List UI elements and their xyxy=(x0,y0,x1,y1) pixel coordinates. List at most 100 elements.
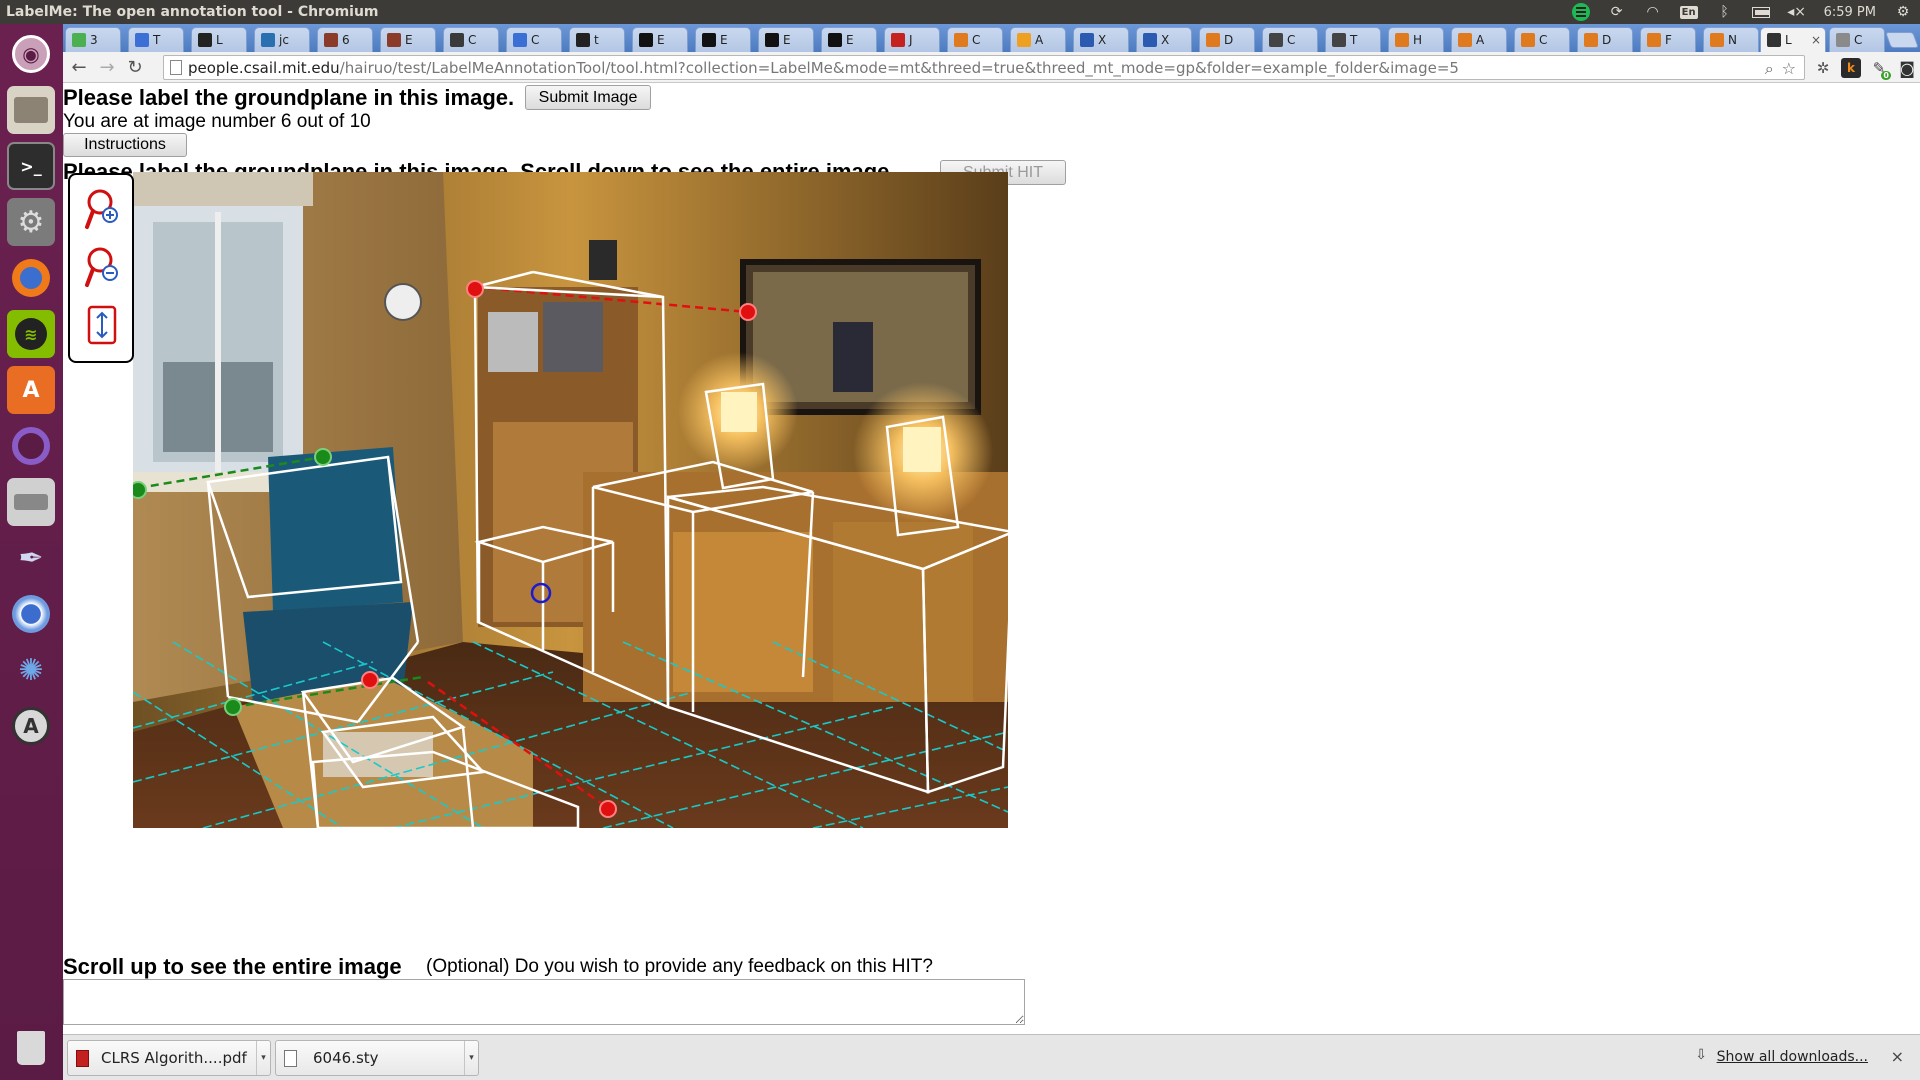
sync-icon[interactable]: ⟳ xyxy=(1608,3,1626,21)
update-manager-icon[interactable]: A xyxy=(7,702,55,750)
reload-icon[interactable]: ↻ xyxy=(123,55,147,79)
browser-tab[interactable]: C xyxy=(443,27,499,52)
keyboard-layout-indicator[interactable]: En xyxy=(1679,3,1698,21)
browser-tab[interactable]: F xyxy=(1640,27,1696,52)
feedback-textarea[interactable] xyxy=(63,979,1025,1025)
clock[interactable]: 6:59 PM xyxy=(1824,5,1876,20)
tab-label: C xyxy=(1287,33,1296,47)
browser-tab[interactable]: 6 xyxy=(317,27,373,52)
extension-puzzle-icon[interactable]: ✲ xyxy=(1813,58,1833,78)
browser-tab[interactable]: D xyxy=(1199,27,1255,52)
software-center-icon[interactable]: A xyxy=(7,366,55,414)
battery-icon[interactable] xyxy=(1751,3,1770,21)
browser-tab-strip: 3 T Ljc 6 E C Ct E E E E J C A X X D C T H A C D F N L × C xyxy=(63,24,1920,52)
control-point-green[interactable] xyxy=(224,698,242,716)
browser-tab[interactable]: D xyxy=(1577,27,1633,52)
download-menu-arrow-icon[interactable]: ▾ xyxy=(464,1041,478,1075)
browser-tab[interactable]: t xyxy=(569,27,625,52)
volume-muted-icon[interactable]: ◂× xyxy=(1787,3,1806,21)
unity-tweak-icon[interactable] xyxy=(7,422,55,470)
submit-image-button[interactable]: Submit Image xyxy=(525,85,651,110)
zoom-in-icon[interactable] xyxy=(84,187,120,231)
scene-image[interactable] xyxy=(133,172,1008,828)
tab-last[interactable]: C xyxy=(1829,27,1885,52)
browser-tab[interactable]: A xyxy=(1451,27,1507,52)
inkscape-icon[interactable]: ✒ xyxy=(7,534,55,582)
tab-label: jc xyxy=(279,33,289,47)
tab-label: A xyxy=(1476,33,1485,47)
zoom-out-icon[interactable] xyxy=(84,245,120,289)
browser-tab[interactable]: 3 xyxy=(65,27,121,52)
browser-tab[interactable]: J xyxy=(884,27,940,52)
browser-tab[interactable]: C xyxy=(947,27,1003,52)
browser-tab[interactable]: E xyxy=(758,27,814,52)
trash-icon[interactable] xyxy=(7,1024,55,1072)
zoom-icon[interactable]: ⌕ xyxy=(1765,59,1774,79)
extension-k-icon[interactable]: k xyxy=(1841,58,1861,78)
forward-arrow-icon[interactable]: → xyxy=(95,55,119,79)
tab-favicon-icon xyxy=(72,33,86,47)
browser-tab[interactable]: jc xyxy=(254,27,310,52)
back-arrow-icon[interactable]: ← xyxy=(67,55,91,79)
pdf-file-icon xyxy=(76,1049,89,1067)
download-item-sty[interactable]: 6046.sty ▾ xyxy=(275,1040,479,1076)
control-point-green[interactable] xyxy=(133,481,147,499)
browser-tab[interactable]: T xyxy=(128,27,184,52)
spotify-tray-icon[interactable] xyxy=(1571,3,1590,21)
download-menu-arrow-icon[interactable]: ▾ xyxy=(256,1041,270,1075)
show-all-downloads-link[interactable]: Show all downloads... xyxy=(1717,1049,1868,1065)
file-icon xyxy=(284,1049,297,1067)
browser-tab[interactable]: C xyxy=(1262,27,1318,52)
new-tab-button[interactable] xyxy=(1885,32,1919,48)
browser-tab[interactable]: C xyxy=(506,27,562,52)
pocket-icon[interactable]: ◙ xyxy=(1897,58,1917,78)
instructions-button[interactable]: Instructions xyxy=(63,133,187,157)
files-icon[interactable] xyxy=(7,86,55,134)
chromium-icon[interactable] xyxy=(7,590,55,638)
browser-tab[interactable]: X xyxy=(1136,27,1192,52)
browser-tab[interactable]: A xyxy=(1010,27,1066,52)
tab-active[interactable]: L × xyxy=(1760,27,1826,52)
browser-tab[interactable]: C xyxy=(1514,27,1570,52)
browser-tab[interactable]: H xyxy=(1388,27,1444,52)
browser-tab[interactable]: E xyxy=(695,27,751,52)
bluetooth-icon[interactable]: ᛒ xyxy=(1716,3,1734,21)
browser-tab[interactable]: E xyxy=(821,27,877,52)
url-host: people.csail.mit.edu xyxy=(188,58,340,77)
gear-icon[interactable]: ⚙ xyxy=(1894,3,1912,21)
close-tab-icon[interactable]: × xyxy=(1811,33,1821,47)
control-point-red[interactable] xyxy=(466,280,484,298)
control-point-red[interactable] xyxy=(739,303,757,321)
ubuntu-dash-icon[interactable]: ◉ xyxy=(7,30,55,78)
bookmark-star-icon[interactable]: ☆ xyxy=(1782,59,1796,79)
control-point-red[interactable] xyxy=(361,671,379,689)
shotwell-icon[interactable]: ✺ xyxy=(7,646,55,694)
wifi-icon[interactable]: ◠ xyxy=(1644,3,1662,21)
extension-badge-icon[interactable]: ✎ 0 xyxy=(1869,58,1891,80)
browser-tab[interactable]: L xyxy=(191,27,247,52)
tab-favicon-icon xyxy=(1143,33,1157,47)
tab-label: L xyxy=(1785,33,1792,47)
window-title: LabelMe: The open annotation tool - Chro… xyxy=(6,4,379,20)
fit-to-screen-icon[interactable] xyxy=(84,303,120,347)
browser-tab[interactable]: T xyxy=(1325,27,1381,52)
tab-label: L xyxy=(216,33,223,47)
browser-tab[interactable]: E xyxy=(632,27,688,52)
browser-tab[interactable]: E xyxy=(380,27,436,52)
control-point-red[interactable] xyxy=(599,800,617,818)
tab-favicon-icon xyxy=(1395,33,1409,47)
download-shelf: CLRS Algorith....pdf ▾ 6046.sty ▾ ⇩ Show… xyxy=(63,1034,1920,1080)
browser-tab[interactable]: X xyxy=(1073,27,1129,52)
firefox-icon[interactable] xyxy=(7,254,55,302)
address-bar[interactable]: people.csail.mit.edu /hairuo/test/LabelM… xyxy=(163,55,1805,80)
annotation-canvas[interactable] xyxy=(133,172,1008,828)
disks-icon[interactable] xyxy=(7,478,55,526)
download-item-pdf[interactable]: CLRS Algorith....pdf ▾ xyxy=(67,1040,271,1076)
tab-label: E xyxy=(405,33,413,47)
spotify-icon[interactable]: ≋ xyxy=(7,310,55,358)
browser-tab[interactable]: N xyxy=(1703,27,1759,52)
system-settings-icon[interactable]: ⚙ xyxy=(7,198,55,246)
close-download-shelf-icon[interactable]: × xyxy=(1891,1047,1904,1066)
terminal-icon[interactable]: >_ xyxy=(7,142,55,190)
control-point-green[interactable] xyxy=(314,448,332,466)
